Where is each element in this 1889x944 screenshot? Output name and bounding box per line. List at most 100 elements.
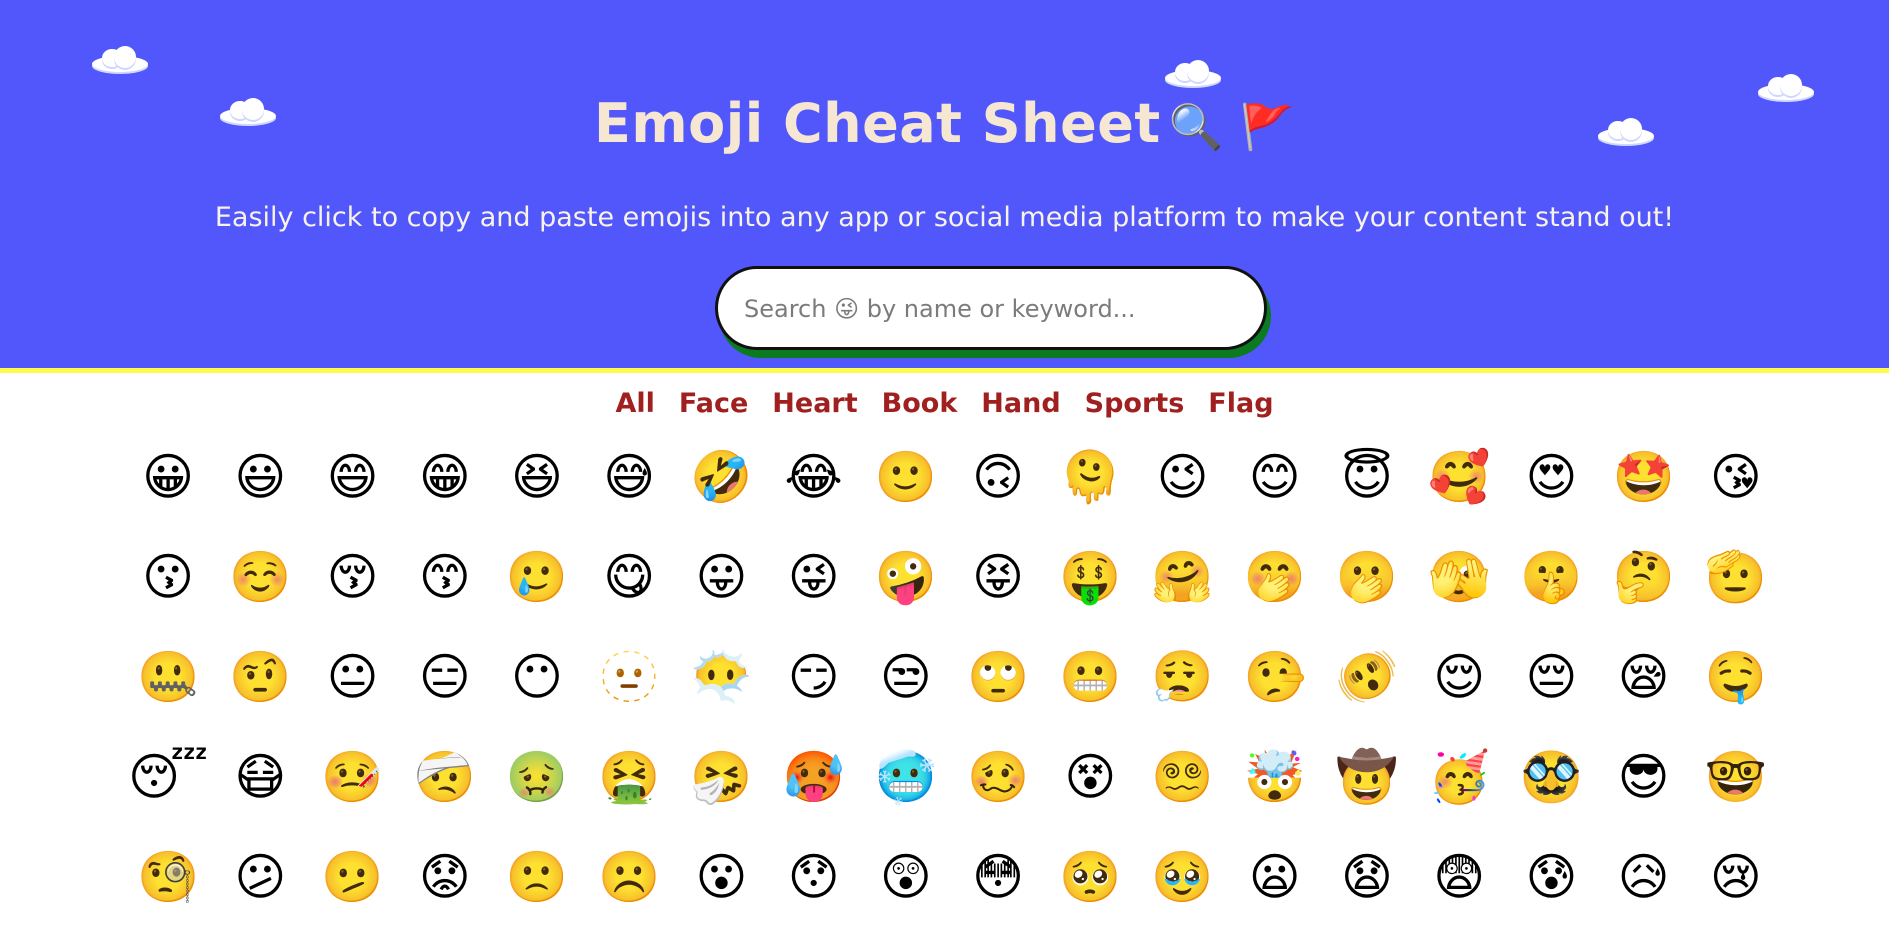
search-input[interactable] [742,285,1246,333]
emoji-button[interactable]: 🫥 [583,644,675,710]
emoji-button[interactable]: 😇 [1321,444,1413,510]
emoji-button[interactable]: 🥺 [1044,844,1136,910]
emoji-button[interactable]: 🤭 [1229,544,1321,610]
emoji-button[interactable]: 😏 [768,644,860,710]
emoji-button[interactable]: 😴 [122,744,214,810]
emoji-button[interactable]: 🫠 [1044,444,1136,510]
emoji-button[interactable]: 😟 [399,844,491,910]
emoji-button[interactable]: 😯 [768,844,860,910]
emoji-button[interactable]: 😢 [1690,844,1782,910]
emoji-button[interactable]: 🤩 [1598,444,1690,510]
emoji-button[interactable]: 😦 [1229,844,1321,910]
emoji-button[interactable]: 😚 [306,544,398,610]
emoji-button[interactable]: 🤣 [675,444,767,510]
emoji-button[interactable]: 😐 [306,644,398,710]
emoji-button[interactable]: 🤐 [122,644,214,710]
emoji-button[interactable]: 😋 [583,544,675,610]
emoji-button[interactable]: 😁 [399,444,491,510]
emoji-button[interactable]: 🤨 [214,644,306,710]
emoji-button[interactable]: 🫣 [1413,544,1505,610]
emoji-button[interactable]: 😒 [860,644,952,710]
emoji-button[interactable]: 😜 [768,544,860,610]
tab-sports[interactable]: Sports [1085,388,1185,419]
emoji-button[interactable]: 🫤 [306,844,398,910]
emoji-button[interactable]: 😂 [768,444,860,510]
emoji-button[interactable]: 😝 [952,544,1044,610]
category-tabs: All Face Heart Book Hand Sports Flag [0,388,1889,419]
emoji-button[interactable]: 🫨 [1321,644,1413,710]
emoji-button[interactable]: 🧐 [122,844,214,910]
emoji-button[interactable]: 😃 [214,444,306,510]
emoji-button[interactable]: 🥳 [1413,744,1505,810]
tab-all[interactable]: All [615,388,654,419]
emoji-button[interactable]: 😄 [306,444,398,510]
emoji-button[interactable]: ☺️ [214,544,306,610]
emoji-button[interactable]: 🤕 [399,744,491,810]
emoji-button[interactable]: 🤒 [306,744,398,810]
emoji-button[interactable]: 🤮 [583,744,675,810]
emoji-button[interactable]: 😬 [1044,644,1136,710]
emoji-button[interactable]: 😮‍💨 [1136,644,1228,710]
emoji-button[interactable]: 😌 [1413,644,1505,710]
emoji-button[interactable]: 😨 [1413,844,1505,910]
tab-book[interactable]: Book [882,388,958,419]
emoji-button[interactable]: 🥶 [860,744,952,810]
emoji-button[interactable]: 😮 [675,844,767,910]
emoji-button[interactable]: 🤫 [1505,544,1597,610]
tab-face[interactable]: Face [679,388,748,419]
emoji-button[interactable]: 😳 [952,844,1044,910]
emoji-button[interactable]: 🙁 [491,844,583,910]
emoji-button[interactable]: 😑 [399,644,491,710]
emoji-button[interactable]: 🤤 [1690,644,1782,710]
emoji-button[interactable]: 🙄 [952,644,1044,710]
emoji-button[interactable]: 😍 [1505,444,1597,510]
emoji-button[interactable]: 😊 [1229,444,1321,510]
emoji-button[interactable]: 😆 [491,444,583,510]
emoji-button[interactable]: ☹️ [583,844,675,910]
emoji-button[interactable]: 🤓 [1690,744,1782,810]
emoji-button[interactable]: 🤗 [1136,544,1228,610]
emoji-button[interactable]: 🫡 [1690,544,1782,610]
emoji-row: 😴 😷 🤒 🤕 🤢 🤮 🤧 🥵 🥶 🥴 😵 😵‍💫 🤯 🤠 🥳 🥸 😎 🤓 [122,744,1782,844]
emoji-button[interactable]: 🤧 [675,744,767,810]
emoji-button[interactable]: 🥴 [952,744,1044,810]
emoji-button[interactable]: 😕 [214,844,306,910]
emoji-button[interactable]: 😧 [1321,844,1413,910]
emoji-button[interactable]: 😗 [122,544,214,610]
emoji-button[interactable]: 😅 [583,444,675,510]
emoji-button[interactable]: 😎 [1598,744,1690,810]
emoji-button[interactable]: 🥸 [1505,744,1597,810]
emoji-button[interactable]: 🤠 [1321,744,1413,810]
emoji-button[interactable]: 😀 [122,444,214,510]
emoji-button[interactable]: 🤥 [1229,644,1321,710]
emoji-button[interactable]: 🤯 [1229,744,1321,810]
emoji-button[interactable]: 🥰 [1413,444,1505,510]
emoji-button[interactable]: 🤢 [491,744,583,810]
emoji-button[interactable]: 🙂 [860,444,952,510]
emoji-button[interactable]: 😔 [1505,644,1597,710]
tab-flag[interactable]: Flag [1208,388,1273,419]
emoji-button[interactable]: 🫢 [1321,544,1413,610]
emoji-button[interactable]: 😉 [1136,444,1228,510]
emoji-button[interactable]: 🤪 [860,544,952,610]
emoji-button[interactable]: 🥵 [768,744,860,810]
emoji-button[interactable]: 😶‍🌫️ [675,644,767,710]
tab-hand[interactable]: Hand [981,388,1060,419]
emoji-button[interactable]: 😘 [1690,444,1782,510]
emoji-button[interactable]: 😛 [675,544,767,610]
emoji-button[interactable]: 😶 [491,644,583,710]
emoji-button[interactable]: 🥲 [491,544,583,610]
emoji-button[interactable]: 😵 [1044,744,1136,810]
emoji-button[interactable]: 😷 [214,744,306,810]
emoji-button[interactable]: 😵‍💫 [1136,744,1228,810]
emoji-button[interactable]: 😪 [1598,644,1690,710]
emoji-button[interactable]: 😲 [860,844,952,910]
emoji-button[interactable]: 😥 [1598,844,1690,910]
emoji-button[interactable]: 🥹 [1136,844,1228,910]
emoji-button[interactable]: 🤑 [1044,544,1136,610]
emoji-button[interactable]: 🤔 [1598,544,1690,610]
emoji-button[interactable]: 😰 [1505,844,1597,910]
emoji-button[interactable]: 🙃 [952,444,1044,510]
tab-heart[interactable]: Heart [772,388,857,419]
emoji-button[interactable]: 😙 [399,544,491,610]
